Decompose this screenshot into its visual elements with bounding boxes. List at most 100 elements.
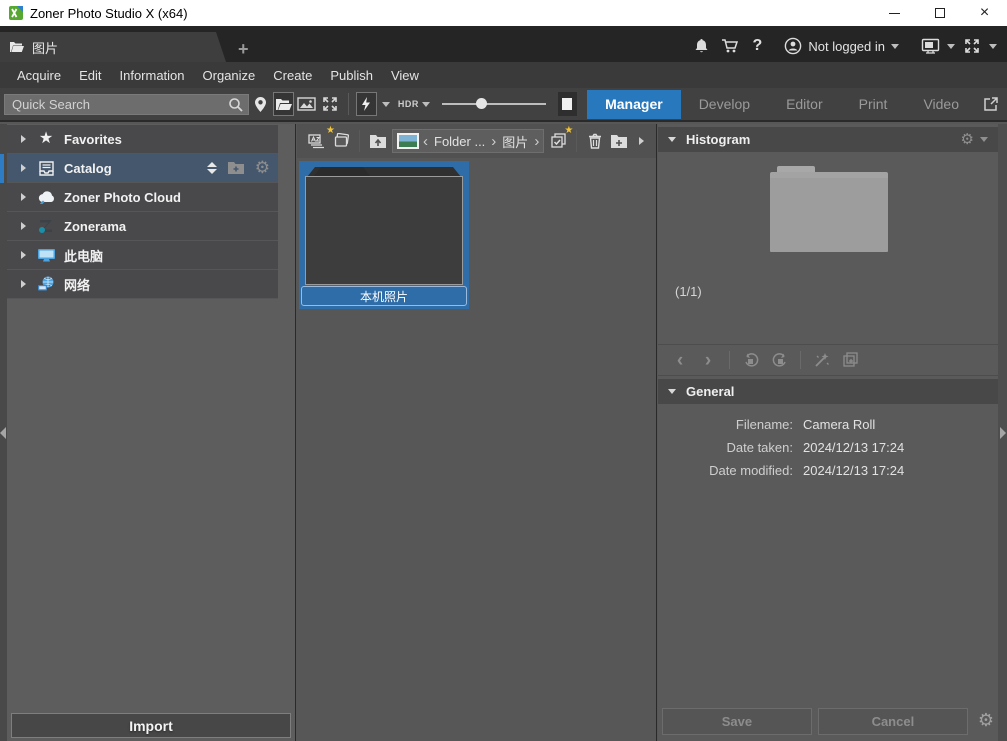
document-tab[interactable]: 图片 — [0, 32, 226, 62]
computer-icon — [36, 247, 56, 263]
mode-tab-develop[interactable]: Develop — [681, 90, 768, 119]
expand-arrow-icon[interactable] — [21, 280, 26, 288]
hdr-caret-icon[interactable] — [422, 102, 430, 107]
window-title: Zoner Photo Studio X (x64) — [30, 6, 188, 21]
new-tab-button[interactable]: + — [238, 40, 249, 58]
menu-view[interactable]: View — [382, 64, 428, 87]
preview-folder-image — [770, 166, 888, 252]
expand-arrow-icon[interactable] — [21, 251, 26, 259]
cancel-button[interactable]: Cancel — [818, 708, 968, 735]
breadcrumb-expand-icon[interactable]: › — [534, 134, 539, 149]
folder-tile-label: 本机照片 — [301, 286, 467, 306]
breadcrumb-segment-folder[interactable]: Folder ... — [432, 134, 487, 149]
next-button[interactable]: › — [696, 348, 720, 372]
folder-tile-selected[interactable]: 本机照片 — [299, 161, 469, 309]
rotate-left-button[interactable] — [739, 348, 763, 372]
lightning-icon — [360, 96, 372, 112]
mode-tab-manager[interactable]: Manager — [587, 90, 681, 119]
maximize-button[interactable] — [917, 0, 962, 26]
rotate-right-button[interactable] — [767, 348, 791, 372]
display-profile-button[interactable] — [919, 36, 941, 56]
cart-icon — [721, 38, 738, 54]
fullscreen-icon — [964, 38, 980, 54]
quick-edits-button[interactable] — [356, 92, 377, 116]
breadcrumb: ‹ Folder ... › 图片 › — [392, 129, 544, 153]
add-copy-button[interactable] — [838, 348, 862, 372]
sidebar-item-favorites[interactable]: ★ Favorites — [7, 125, 278, 154]
minimize-button[interactable] — [872, 0, 917, 26]
select-button[interactable]: ★ — [546, 129, 570, 153]
help-button[interactable]: ? — [746, 36, 768, 56]
preview-mode-button[interactable] — [296, 92, 317, 116]
mode-tab-print[interactable]: Print — [841, 90, 906, 119]
menu-publish[interactable]: Publish — [321, 64, 382, 87]
save-button[interactable]: Save — [662, 708, 812, 735]
sidebar-item-zonerama[interactable]: Zonerama — [7, 212, 278, 241]
auto-enhance-button[interactable] — [810, 348, 834, 372]
info-label: Filename: — [658, 417, 793, 432]
histogram-settings-caret-icon[interactable] — [980, 137, 988, 142]
breadcrumb-segment-pictures[interactable]: 图片 — [500, 132, 530, 151]
fullscreen-caret-icon[interactable] — [989, 44, 997, 49]
quick-edits-caret-icon[interactable] — [382, 102, 390, 107]
import-button[interactable]: Import — [11, 713, 291, 738]
menu-information[interactable]: Information — [110, 64, 193, 87]
expand-arrow-icon[interactable] — [21, 193, 26, 201]
undock-button[interactable] — [983, 96, 999, 112]
mode-tab-video[interactable]: Video — [905, 90, 977, 119]
search-input[interactable] — [5, 95, 248, 114]
display-profile-caret-icon[interactable] — [947, 44, 955, 49]
expand-arrow-icon[interactable] — [21, 135, 26, 143]
folder-up-icon — [369, 134, 387, 149]
collapse-right-icon — [1000, 427, 1006, 439]
histogram-settings-icon[interactable]: ⚙ — [961, 132, 974, 147]
app-logo-icon — [8, 5, 24, 21]
fullscreen-preview-button[interactable] — [320, 92, 341, 116]
sidebar-item-this-pc[interactable]: 此电脑 — [7, 241, 278, 270]
selection-accent — [0, 154, 4, 183]
expand-arrow-icon[interactable] — [21, 222, 26, 230]
catalog-settings-icon[interactable]: ⚙ — [255, 160, 270, 177]
sidebar-collapse-strip[interactable] — [0, 124, 7, 741]
browse-mode-button[interactable] — [273, 92, 294, 116]
footer-settings-icon[interactable]: ⚙ — [978, 712, 994, 730]
compare-view-button[interactable] — [558, 92, 577, 116]
folder-up-button[interactable] — [366, 129, 390, 153]
sidebar-item-catalog[interactable]: Catalog ⚙ — [7, 154, 278, 183]
sort-order-button[interactable] — [207, 162, 217, 174]
bell-icon — [694, 38, 709, 54]
filter-button[interactable]: ★ — [329, 129, 353, 153]
current-folder-thumb-icon[interactable] — [397, 133, 419, 149]
account-menu[interactable]: Not logged in — [784, 37, 899, 55]
quick-search[interactable] — [4, 94, 249, 115]
fullscreen-button[interactable] — [961, 36, 983, 56]
network-icon — [36, 276, 56, 292]
menu-edit[interactable]: Edit — [70, 64, 110, 87]
histogram-section-header[interactable]: Histogram ⚙ — [658, 127, 998, 152]
new-folder-icon[interactable] — [227, 161, 245, 175]
previous-button[interactable]: ‹ — [668, 348, 692, 372]
folder-tab-icon — [9, 40, 25, 54]
store-button[interactable] — [718, 36, 740, 56]
menu-create[interactable]: Create — [264, 64, 321, 87]
thumbnail-size-slider[interactable] — [442, 94, 546, 114]
sidebar-item-network[interactable]: 网络 — [7, 270, 278, 299]
inspector-collapse-strip[interactable] — [998, 124, 1007, 741]
expand-arrow-icon[interactable] — [21, 164, 26, 172]
toolbar-overflow-icon[interactable] — [639, 137, 644, 145]
browser-panel: ★ ‹ Folder ... › — [297, 124, 657, 741]
delete-button[interactable] — [583, 129, 607, 153]
image-icon — [297, 96, 316, 112]
close-button[interactable]: × — [962, 0, 1007, 26]
notifications-button[interactable] — [690, 36, 712, 56]
general-section-header[interactable]: General — [658, 379, 998, 404]
menu-acquire[interactable]: Acquire — [8, 64, 70, 87]
hdr-label[interactable]: HDR — [398, 99, 419, 109]
sidebar-item-zoner-photo-cloud[interactable]: Zoner Photo Cloud — [7, 183, 278, 212]
slider-thumb[interactable] — [476, 98, 487, 109]
mode-tab-editor[interactable]: Editor — [768, 90, 841, 119]
menu-organize[interactable]: Organize — [194, 64, 265, 87]
new-folder-button[interactable] — [607, 129, 631, 153]
breadcrumb-back-button[interactable]: ‹ — [423, 134, 428, 149]
gps-button[interactable] — [250, 92, 271, 116]
